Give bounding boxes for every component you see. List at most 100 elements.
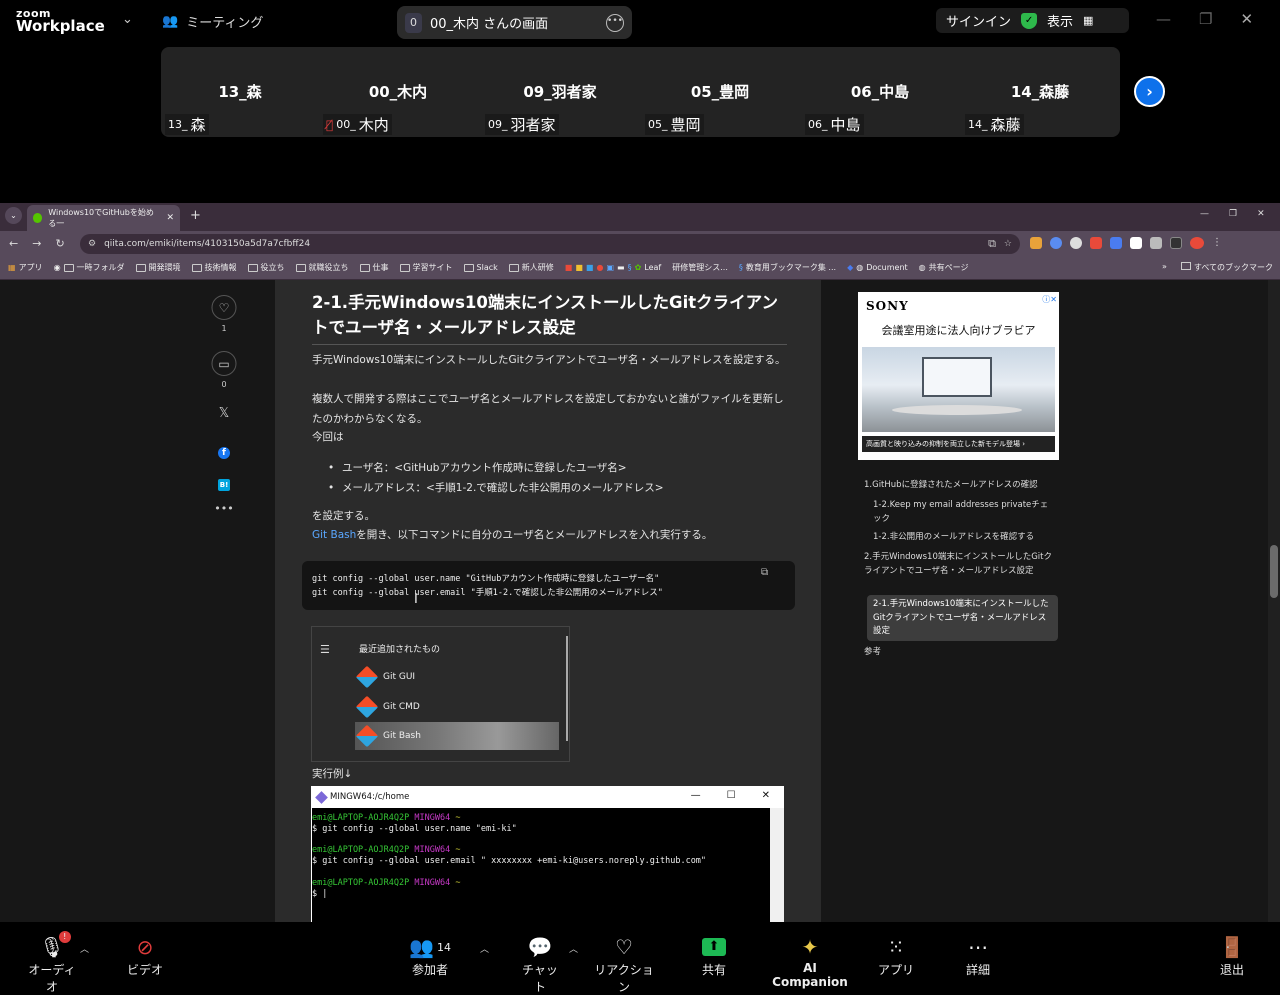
chat-button[interactable]: 💬 チャット [519, 933, 561, 995]
ai-companion-button[interactable]: ✦ AI Companion [768, 933, 852, 989]
signin-button[interactable]: サインイン [946, 11, 1011, 30]
extension-icon[interactable] [1030, 237, 1042, 249]
close-icon[interactable]: ✕ [1257, 209, 1265, 219]
reload-icon[interactable]: ↻ [55, 237, 64, 250]
participant-tile[interactable]: 06_中島 06_ 中島 [801, 47, 959, 137]
heart-icon[interactable]: ♡ [211, 295, 237, 320]
code-block[interactable]: git config --global user.name "GitHubアカウ… [302, 561, 795, 610]
profile-avatar[interactable] [1190, 237, 1204, 249]
extension-icon: ■ [585, 263, 594, 272]
extension-icon[interactable] [1090, 237, 1102, 249]
url-input[interactable]: ⚙ qiita.com/emiki/items/4103150a5d7a7cfb… [80, 234, 1020, 254]
chevron-up-icon[interactable]: ︿ [569, 942, 578, 955]
git-bash-link[interactable]: Git Bash [312, 529, 356, 541]
bookmark-item[interactable]: 開発環境 [135, 262, 181, 273]
back-icon[interactable]: ← [9, 237, 18, 250]
share-button[interactable]: ⬆ 共有 [698, 933, 730, 978]
bookmark-label: 役立ち [260, 263, 285, 272]
zoom-logo[interactable]: zoom Workplace [16, 8, 105, 34]
more-button[interactable]: ⋯ 詳細 [960, 933, 996, 978]
sony-ad[interactable]: SONY ⓘ✕ 会議室用途に法人向けブラビア 高画質と映り込みの抑制を両立した新… [858, 292, 1059, 460]
restore-icon[interactable]: ❐ [1229, 209, 1237, 219]
participant-tile[interactable]: 09_羽者家 09_ 羽者家 [481, 47, 639, 137]
close-icon[interactable]: ✕ [1240, 10, 1253, 28]
copy-icon[interactable]: ⧉ [761, 567, 768, 578]
reactions-button[interactable]: ♡ リアクション [593, 933, 655, 995]
toc-item[interactable]: 1-2.非公開用のメールアドレスを確認する [873, 531, 1055, 545]
extension-icon[interactable] [1110, 237, 1122, 249]
participant-tile[interactable]: 13_森 13_ 森 [161, 47, 319, 137]
x-share-icon[interactable]: 𝕏 [219, 406, 229, 421]
bookmark-item[interactable]: 研修管理シス... [672, 262, 728, 273]
hatena-icon[interactable]: B! [218, 472, 230, 491]
bookmark-item[interactable]: ▦ アプリ [8, 262, 43, 273]
more-icon[interactable]: ••• [214, 502, 233, 515]
bookmark-item[interactable]: 学習サイト [399, 262, 453, 273]
bookmark-item[interactable]: Slack [463, 262, 498, 273]
more-icon[interactable]: ••• [606, 13, 624, 32]
forward-icon[interactable]: → [32, 237, 41, 250]
next-page-button[interactable]: › [1134, 76, 1165, 107]
bookmark-item[interactable]: ■ ■ ■ ● ▣ ▬ § ✿ Leaf [565, 262, 661, 273]
bookmark-item[interactable]: 仕事 [359, 262, 389, 273]
bookmark-label: 新人研修 [521, 263, 554, 272]
apps-button[interactable]: ⁙ アプリ [878, 933, 914, 978]
label-name: 森藤 [990, 116, 1021, 134]
toc-item[interactable]: 2.手元Windows10端末にインストールしたGitクライアントでユーザ名・メ… [864, 551, 1057, 578]
puzzle-icon[interactable] [1150, 237, 1162, 249]
tab-list-icon[interactable]: ⌄ [5, 207, 22, 224]
toc-item[interactable]: 1-2.Keep my email addresses privateチェック [873, 499, 1055, 526]
chevron-up-icon[interactable]: ︿ [480, 942, 489, 955]
minimize-icon[interactable]: — [1156, 10, 1171, 28]
participant-tile[interactable]: 14_森藤 14_ 森藤 [961, 47, 1119, 137]
participant-tile[interactable]: 05_豊岡 05_ 豊岡 [641, 47, 799, 137]
menu-icon[interactable]: ⋮ [1212, 237, 1224, 249]
participant-label: 🎙̸ 00_ 木内 [323, 114, 392, 135]
page-scrollbar[interactable] [1268, 280, 1280, 922]
bookmark-item[interactable]: ◉ 一時フォルダ [54, 262, 125, 273]
label-prefix: 13_ [168, 118, 188, 131]
extension-icon[interactable] [1050, 237, 1062, 249]
chevron-down-icon[interactable]: ⌄ [122, 12, 133, 27]
share-status-pill[interactable]: 0 00_木内 さんの画面 ••• [397, 6, 632, 39]
browser-tab[interactable]: Windows10でGitHubを始める一 ✕ [27, 205, 180, 231]
toc-item[interactable]: 1.GitHubに登録されたメールアドレスの確認 [864, 479, 1060, 493]
stock-icon[interactable]: ▭ [211, 351, 237, 376]
overflow-icon[interactable]: » [1162, 262, 1167, 273]
meetings-button[interactable]: 👥 ミーティング [162, 12, 263, 31]
maximize-icon[interactable]: ❐ [1199, 10, 1212, 28]
sidepanel-icon[interactable] [1170, 237, 1182, 249]
leave-button[interactable]: 🚪 退出 [1213, 933, 1251, 978]
toc-item[interactable]: 参考 [864, 646, 1054, 660]
audio-button[interactable]: 🎙! オーディオ [26, 931, 78, 995]
bookmark-item[interactable]: ◆ ◍ Document [847, 262, 908, 273]
minimize-icon[interactable]: — [1200, 209, 1209, 219]
bookmark-item[interactable]: 技術情報 [191, 262, 237, 273]
bookmark-item[interactable]: ◍ 共有ページ [919, 262, 969, 273]
scrollbar-thumb[interactable] [1270, 545, 1278, 598]
video-button[interactable]: ⊘ ビデオ [124, 933, 166, 978]
chevron-up-icon[interactable]: ︿ [80, 942, 89, 955]
participants-button[interactable]: 👥 14 参加者 [406, 933, 454, 978]
all-bookmarks-button[interactable]: すべてのブックマーク [1180, 262, 1273, 273]
extension-icon[interactable] [1070, 237, 1082, 249]
ad-choices-icon[interactable]: ⓘ✕ [1042, 294, 1057, 305]
facebook-icon[interactable]: f [218, 440, 230, 459]
new-tab-icon[interactable]: + [190, 208, 201, 223]
install-icon[interactable]: ⧉ [988, 237, 996, 251]
grid-icon[interactable]: ▦ [1083, 14, 1093, 27]
tab-close-icon[interactable]: ✕ [166, 213, 174, 223]
view-button[interactable]: 表示 [1047, 11, 1073, 30]
bookmark-item[interactable]: 就職役立ち [295, 262, 349, 273]
bookmark-item[interactable]: 新人研修 [508, 262, 554, 273]
bookmark-item[interactable]: § 教育用ブックマーク集 ... [739, 262, 836, 273]
bookmark-item[interactable]: 役立ち [247, 262, 285, 273]
extension-icon[interactable] [1130, 237, 1142, 249]
site-info-icon[interactable]: ⚙ [88, 239, 96, 249]
share-screen-icon: ⬆ [702, 933, 726, 961]
term-dir: ~ [455, 877, 461, 888]
participant-tile[interactable]: 00_木内 🎙̸ 00_ 木内 [319, 47, 477, 137]
shield-icon[interactable]: ✓ [1021, 12, 1038, 29]
bookmark-star-icon[interactable]: ☆ [1004, 239, 1012, 249]
toc-item-active[interactable]: 2-1.手元Windows10端末にインストールしたGitクライアントでユーザ名… [867, 595, 1058, 641]
